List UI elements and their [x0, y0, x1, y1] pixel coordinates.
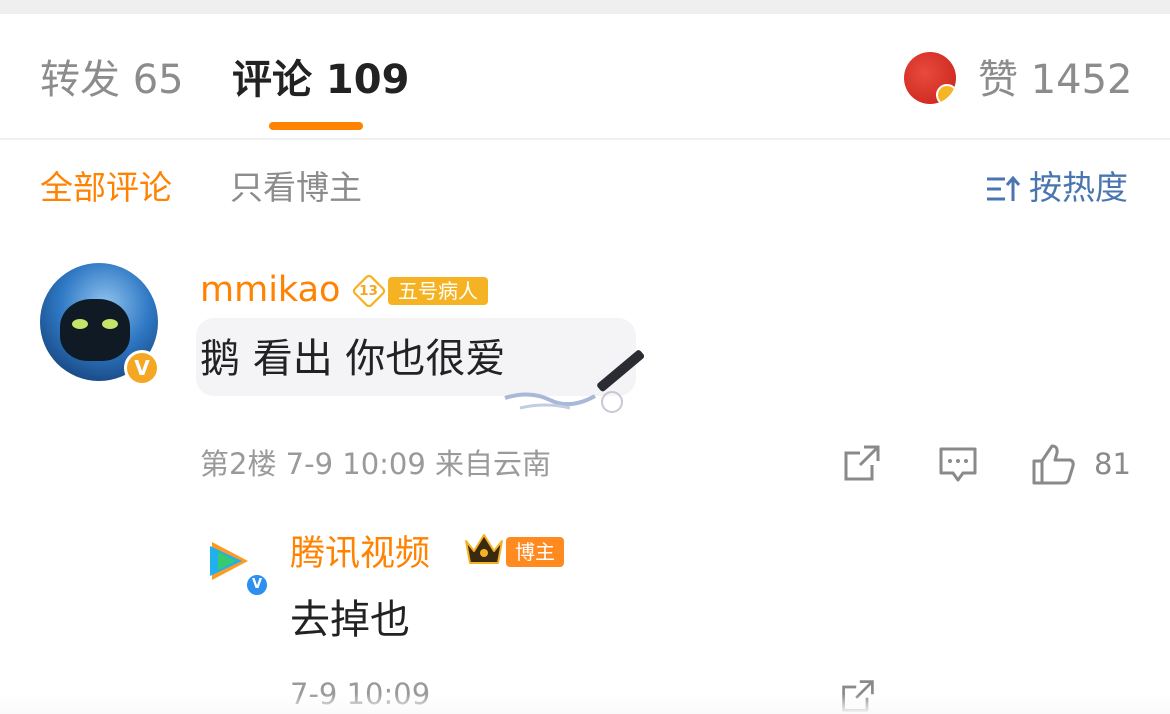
- reply-text: 去掉也: [290, 597, 410, 643]
- liker-badge-icon: [936, 84, 956, 104]
- level-icon: 13: [350, 272, 388, 310]
- cat-eye: [72, 319, 88, 329]
- tab-likes[interactable]: 赞 1452: [978, 56, 1133, 104]
- level-number: 13: [359, 283, 379, 299]
- sort-by-hot-button[interactable]: 按热度: [985, 168, 1128, 208]
- verified-gold-icon: V: [124, 350, 160, 386]
- liker-avatar[interactable]: [904, 52, 956, 104]
- tab-repost[interactable]: 转发 65: [40, 56, 184, 104]
- bubble-decoration-icon: [504, 350, 645, 413]
- filter-all-comments[interactable]: 全部评论: [40, 168, 172, 208]
- sort-label: 按热度: [1029, 168, 1128, 207]
- comment-filter-bar: 全部评论 只看博主 按热度: [0, 140, 1170, 236]
- share-icon[interactable]: [842, 443, 882, 483]
- fan-title-badge: 五号病人: [388, 277, 488, 305]
- crown-icon: [465, 534, 503, 564]
- verified-blue-icon: V: [244, 572, 270, 598]
- sort-icon: [987, 175, 1021, 201]
- bottom-fade: [0, 694, 1170, 714]
- comment-meta: 第2楼 7-9 10:09 来自云南: [200, 447, 552, 481]
- filter-blogger-only[interactable]: 只看博主: [230, 168, 362, 208]
- reply-icon[interactable]: [937, 443, 979, 485]
- top-strip: [0, 0, 1170, 14]
- cat-eye: [102, 319, 118, 329]
- user-level-badge[interactable]: 13 五号病人: [350, 272, 488, 310]
- tab-comments[interactable]: 评论 109: [232, 56, 409, 104]
- like-icon[interactable]: [1030, 443, 1076, 485]
- blogger-badge: 博主: [506, 537, 564, 567]
- comment-like-count: 81: [1094, 447, 1131, 481]
- comment-text: 鹅 看出 你也很爱: [200, 336, 506, 382]
- active-tab-indicator: [269, 122, 363, 130]
- comment-username[interactable]: mmikao: [200, 268, 340, 312]
- reply-username[interactable]: 腾讯视频: [290, 532, 430, 576]
- tab-bar: 转发 65 评论 109 赞 1452: [0, 14, 1170, 140]
- cat-figure: [60, 299, 130, 361]
